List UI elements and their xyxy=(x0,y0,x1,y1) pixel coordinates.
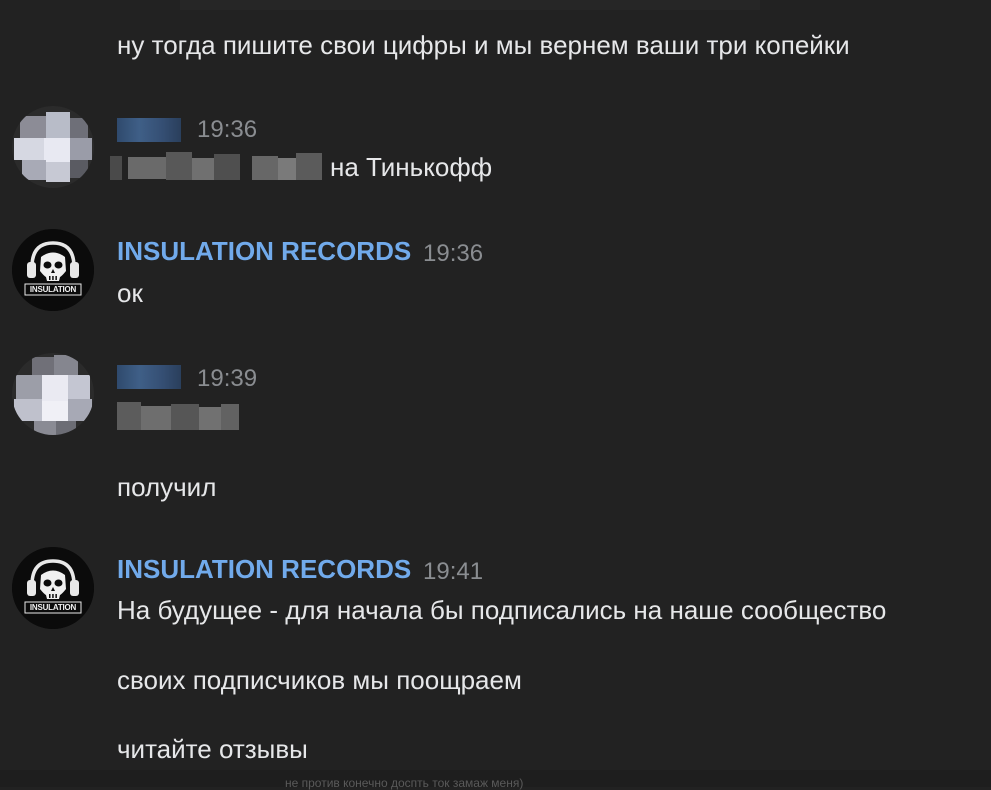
message-time: 19:41 xyxy=(423,558,484,585)
avatar-logo-text: INSULATION xyxy=(29,285,77,294)
insulation-avatar-icon[interactable]: INSULATION xyxy=(12,229,94,311)
footer-partial-text: не против конечно доспть ток замаж меня) xyxy=(285,776,524,790)
message-time: 19:39 xyxy=(197,365,258,392)
message-text: ок xyxy=(117,278,143,308)
user-avatar-blurred[interactable] xyxy=(12,106,94,188)
author-name-redacted[interactable] xyxy=(117,365,181,389)
author-name[interactable]: INSULATION RECORDS xyxy=(117,554,411,585)
author-name-redacted[interactable] xyxy=(117,118,181,142)
author-name[interactable]: INSULATION RECORDS xyxy=(117,236,411,267)
message-text: получил xyxy=(117,472,217,502)
message-time: 19:36 xyxy=(197,116,258,143)
message-text: ну тогда пишите свои цифры и мы вернем в… xyxy=(117,30,850,60)
user-avatar-blurred[interactable] xyxy=(12,353,94,435)
message-text: На будущее - для начала бы подписались н… xyxy=(117,595,887,625)
message-time: 19:36 xyxy=(423,240,484,267)
message-text: на Тинькофф xyxy=(330,152,493,182)
message-text: своих подписчиков мы поощраем xyxy=(117,665,522,695)
message-text: читайте отзывы xyxy=(117,734,308,764)
avatar-logo-text: INSULATION xyxy=(29,603,77,612)
top-partial-element xyxy=(180,0,760,10)
chat-history[interactable]: ну тогда пишите свои цифры и мы вернем в… xyxy=(0,0,991,790)
insulation-avatar-icon[interactable]: INSULATION xyxy=(12,547,94,629)
